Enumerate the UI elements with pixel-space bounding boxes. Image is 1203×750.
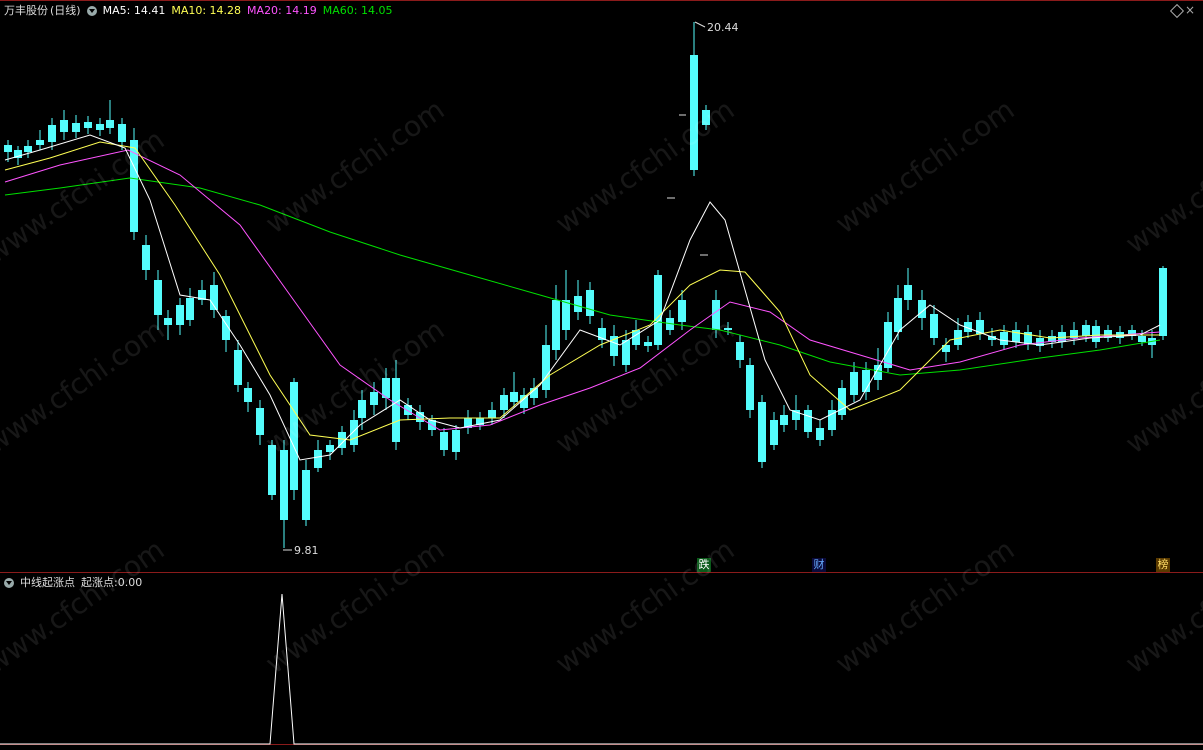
candle (942, 345, 950, 352)
candle (736, 342, 744, 360)
candlestick-chart[interactable] (0, 0, 1203, 572)
candle (654, 275, 662, 345)
high-pointer (694, 21, 706, 28)
candle (4, 145, 12, 152)
candle (1082, 325, 1090, 336)
candle (48, 125, 56, 142)
candle (562, 300, 570, 330)
candle (24, 146, 32, 152)
candle (326, 445, 334, 452)
candle (758, 402, 766, 462)
candle (586, 290, 594, 316)
candle (488, 410, 496, 418)
candle (644, 342, 652, 346)
indicator-dropdown-icon[interactable] (4, 578, 14, 588)
candle (280, 450, 288, 520)
candle (350, 420, 358, 445)
candle (510, 392, 518, 402)
candle (186, 298, 194, 320)
candle (622, 340, 630, 365)
top-border (0, 0, 1203, 1)
candle (780, 415, 788, 425)
bottom-border (0, 744, 1203, 745)
candle (500, 395, 508, 410)
candle (36, 140, 44, 145)
high-price-label: 20.44 (707, 21, 739, 34)
candle (314, 450, 322, 468)
candle (1159, 268, 1167, 336)
candle (904, 285, 912, 300)
candle (106, 120, 114, 128)
candle (302, 470, 310, 520)
candle (60, 120, 68, 132)
candle (392, 378, 400, 442)
low-price-label: 9.81 (294, 544, 319, 557)
indicator-name[interactable]: 中线起涨点 (20, 576, 75, 590)
candle (850, 372, 858, 395)
candle (770, 420, 778, 445)
candle (816, 428, 824, 440)
pane-divider (0, 572, 1203, 573)
candle (164, 318, 172, 325)
candle (1092, 326, 1100, 342)
candle (552, 300, 560, 350)
candle (142, 245, 150, 270)
candle (176, 305, 184, 325)
candle (894, 298, 902, 332)
candle (404, 405, 412, 415)
candle (1138, 336, 1146, 342)
candle (154, 280, 162, 315)
candle (1000, 332, 1008, 345)
candle (72, 123, 80, 132)
candle (542, 345, 550, 390)
candle (244, 388, 252, 402)
candle (452, 430, 460, 452)
candle (678, 300, 686, 322)
candle (746, 365, 754, 410)
event-tag-bang[interactable]: 榜 (1156, 558, 1170, 572)
candle (96, 124, 104, 130)
candle (84, 122, 92, 128)
candle (930, 314, 938, 338)
candle (884, 322, 892, 368)
candle (574, 296, 582, 312)
event-tag-cai[interactable]: 财 (812, 558, 826, 572)
candle (118, 124, 126, 142)
candle (234, 350, 242, 385)
candle (804, 410, 812, 432)
candle (440, 432, 448, 450)
